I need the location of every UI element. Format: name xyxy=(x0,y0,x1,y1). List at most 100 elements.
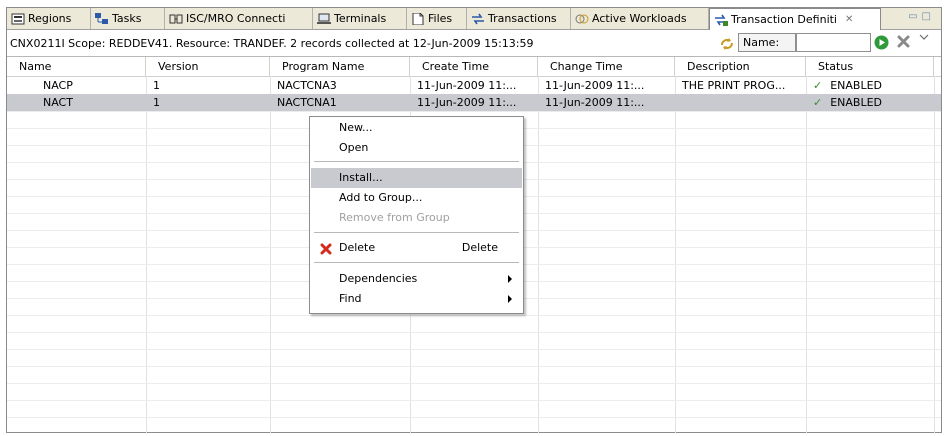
tab-active-workloads[interactable]: Active Workloads xyxy=(571,8,709,29)
menu-item-accelerator: Delete xyxy=(461,241,498,254)
menu-item-label: Dependencies xyxy=(339,272,418,285)
column-divider xyxy=(934,76,935,433)
tab-tasks[interactable]: Tasks xyxy=(91,8,165,29)
tab-label: Regions xyxy=(28,12,72,25)
row-grid-line xyxy=(7,111,941,112)
menu-item-new[interactable]: New... xyxy=(311,118,522,138)
tab-label: Tasks xyxy=(112,12,142,25)
menu-item-label: Find xyxy=(339,292,362,305)
column-header-change-time[interactable]: Change Time xyxy=(538,57,675,76)
cell-version: 1 xyxy=(153,96,160,109)
apply-filter-button[interactable] xyxy=(874,35,889,50)
cell-change-time: 11-Jun-2009 11:... xyxy=(545,79,645,92)
cell-status: ✓ ENABLED xyxy=(806,77,934,94)
menu-item-remove-from-group: Remove from Group xyxy=(311,208,522,228)
cell-description: THE PRINT PROG... xyxy=(682,79,786,92)
transactions-icon xyxy=(471,13,485,25)
tab-terminals[interactable]: Terminals xyxy=(313,8,407,29)
menu-item-delete[interactable]: Delete Delete xyxy=(311,238,522,258)
row-grid-line xyxy=(7,383,941,384)
status-text: ENABLED xyxy=(830,96,883,109)
column-divider xyxy=(538,76,539,433)
delete-icon xyxy=(320,242,332,255)
connection-icon xyxy=(169,13,183,25)
view-info-bar: CNX0211I Scope: REDDEV41. Resource: TRAN… xyxy=(7,30,941,57)
transaction-definition-icon xyxy=(714,14,728,26)
cell-name: NACP xyxy=(43,79,73,92)
file-icon xyxy=(411,12,425,25)
menu-item-label: Delete xyxy=(339,241,376,254)
column-header-version[interactable]: Version xyxy=(146,57,270,76)
menu-item-find[interactable]: Find xyxy=(311,289,522,309)
table-row-selected[interactable]: NACT 1 NACTCNA1 11-Jun-2009 11:... 11-Ju… xyxy=(7,94,941,111)
tab-label: ISC/MRO Connecti xyxy=(186,12,286,25)
row-grid-line xyxy=(7,400,941,401)
menu-separator xyxy=(314,161,519,162)
cell-program-name: NACTCNA1 xyxy=(277,96,337,109)
menu-item-label: Add to Group... xyxy=(339,191,423,204)
column-header-create-time[interactable]: Create Time xyxy=(410,57,538,76)
menu-separator xyxy=(314,262,519,263)
menu-item-label: Remove from Group xyxy=(339,211,450,224)
name-filter-input[interactable] xyxy=(796,33,871,52)
table-header: Name Version Program Name Create Time Ch… xyxy=(7,57,941,77)
cell-name: NACT xyxy=(43,96,73,109)
tab-transactions[interactable]: Transactions xyxy=(467,8,571,29)
column-divider xyxy=(146,76,147,433)
menu-item-open[interactable]: Open xyxy=(311,138,522,158)
maximize-icon[interactable]: □ xyxy=(922,11,935,22)
menu-item-label: New... xyxy=(339,121,373,134)
cell-program-name: NACTCNA3 xyxy=(277,79,337,92)
tab-label: Files xyxy=(428,12,453,25)
menu-separator xyxy=(314,232,519,233)
workload-icon xyxy=(575,13,589,25)
column-divider xyxy=(675,76,676,433)
column-header-status[interactable]: Status xyxy=(806,57,934,76)
submenu-arrow-icon xyxy=(508,295,512,303)
view-controls: ▭□ xyxy=(908,11,935,22)
column-header-program-name[interactable]: Program Name xyxy=(270,57,410,76)
row-grid-line xyxy=(7,315,941,316)
tab-label: Transactions xyxy=(488,12,557,25)
cell-change-time: 11-Jun-2009 11:... xyxy=(545,96,645,109)
cell-create-time: 11-Jun-2009 11:... xyxy=(417,96,517,109)
column-header-name[interactable]: Name xyxy=(7,57,146,76)
status-message: CNX0211I Scope: REDDEV41. Resource: TRAN… xyxy=(10,37,534,50)
cell-status: ✓ ENABLED xyxy=(806,94,934,111)
row-grid-line xyxy=(7,417,941,418)
minimize-icon[interactable]: ▭ xyxy=(908,11,921,22)
view-tab-bar: Regions Tasks ISC/MRO Connecti Terminals… xyxy=(7,8,941,30)
column-divider xyxy=(270,76,271,433)
refresh-icon[interactable] xyxy=(719,36,735,52)
name-filter-label: Name: xyxy=(738,33,796,52)
enabled-check-icon: ✓ xyxy=(813,79,823,92)
column-header-description[interactable]: Description xyxy=(675,57,806,76)
menu-item-add-to-group[interactable]: Add to Group... xyxy=(311,188,522,208)
tab-transaction-definitions[interactable]: Transaction Definiti ✕ xyxy=(709,8,881,30)
tab-regions[interactable]: Regions xyxy=(7,8,91,29)
regions-icon xyxy=(11,13,25,25)
context-menu: New... Open Install... Add to Group... R… xyxy=(309,116,524,314)
status-text: ENABLED xyxy=(830,79,883,92)
tab-files[interactable]: Files xyxy=(407,8,467,29)
cell-description xyxy=(675,94,806,111)
tab-label: Transaction Definiti xyxy=(731,13,837,26)
menu-item-label: Open xyxy=(339,141,369,154)
clear-filter-button[interactable] xyxy=(896,34,911,49)
tab-isc-mro-connections[interactable]: ISC/MRO Connecti xyxy=(165,8,313,29)
row-grid-line xyxy=(7,366,941,367)
close-tab-icon[interactable]: ✕ xyxy=(845,14,853,25)
enabled-check-icon: ✓ xyxy=(813,96,823,109)
menu-item-install[interactable]: Install... xyxy=(311,168,522,188)
terminal-icon xyxy=(317,13,331,25)
column-divider xyxy=(806,76,807,433)
row-grid-line xyxy=(7,349,941,350)
view-menu-chevron-icon[interactable] xyxy=(919,32,929,42)
tasks-icon xyxy=(95,12,109,25)
cell-create-time: 11-Jun-2009 11:... xyxy=(417,79,517,92)
menu-item-dependencies[interactable]: Dependencies xyxy=(311,269,522,289)
table-row[interactable]: NACP 1 NACTCNA3 11-Jun-2009 11:... 11-Ju… xyxy=(7,77,941,94)
row-grid-line xyxy=(7,332,941,333)
cell-version: 1 xyxy=(153,79,160,92)
tab-label: Active Workloads xyxy=(592,12,687,25)
